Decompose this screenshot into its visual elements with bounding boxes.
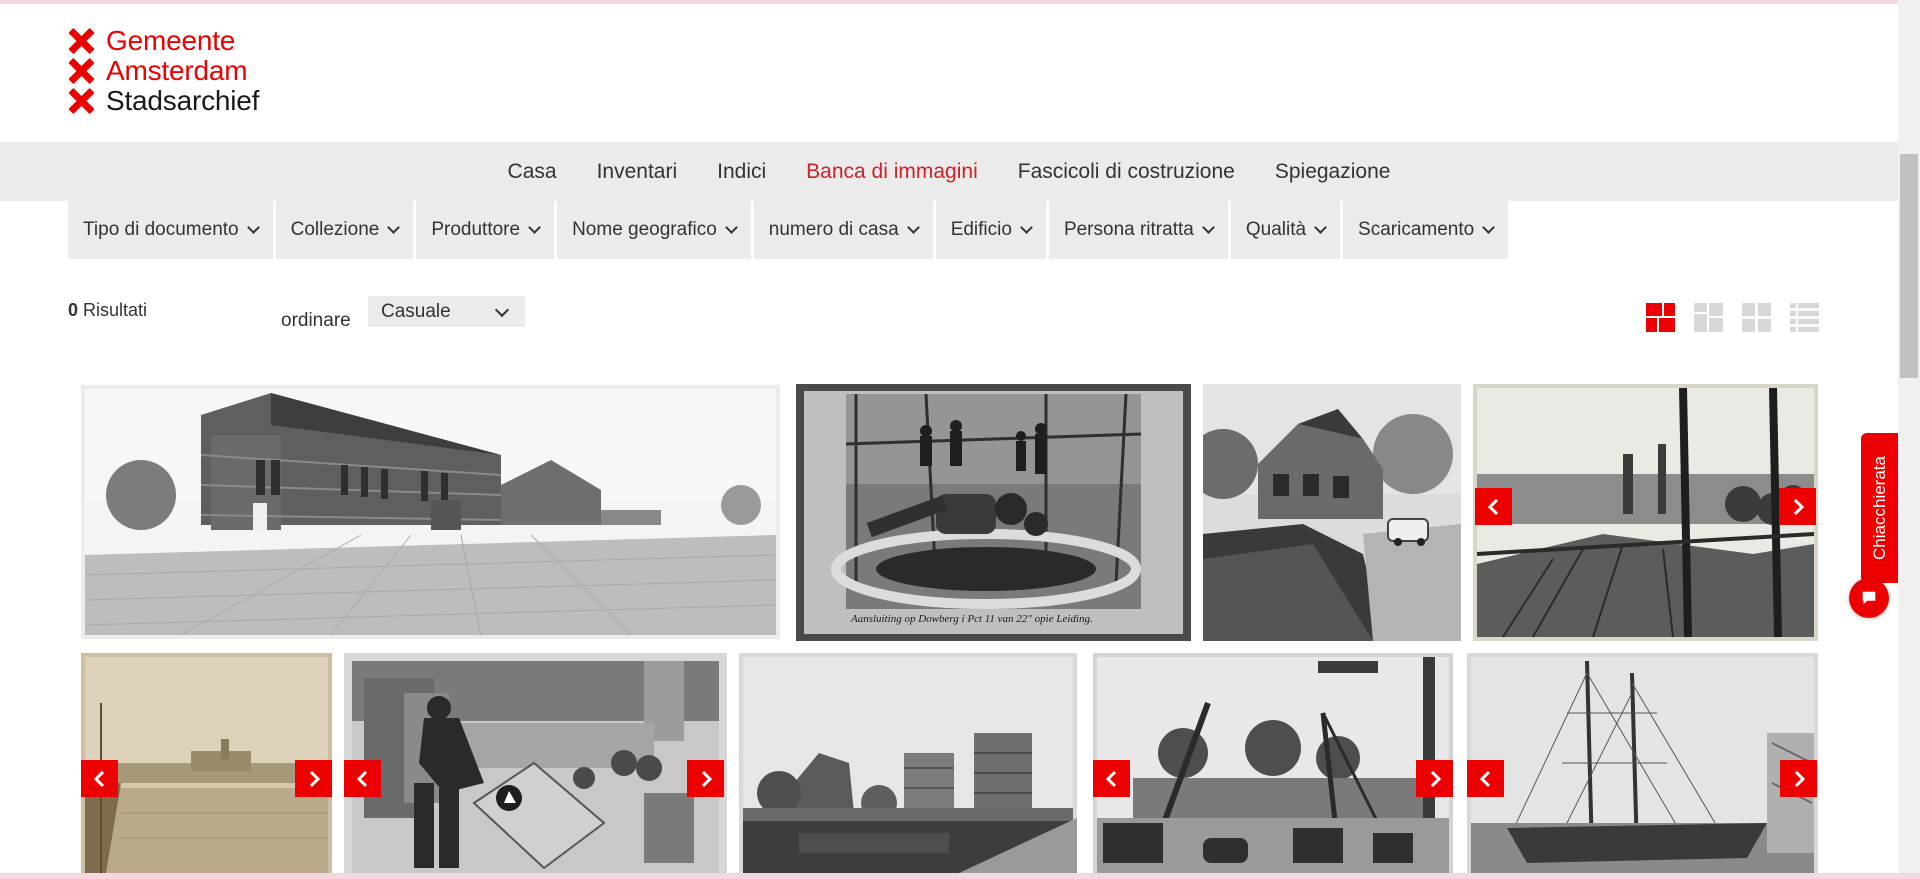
- chevron-down-icon: [1482, 221, 1496, 234]
- nav-item-banca-di-immagini[interactable]: Banca di immagini: [786, 142, 998, 201]
- photo-worker-machines[interactable]: [344, 653, 727, 873]
- photo-sailing-ship-harbor[interactable]: [1467, 653, 1818, 873]
- carousel-prev-button[interactable]: [1475, 488, 1512, 525]
- filter-bar: Tipo di documento Collezione Produttore …: [68, 201, 1509, 259]
- filter-edificio[interactable]: Edificio: [935, 201, 1046, 259]
- x-cross-icon: [68, 28, 94, 54]
- view-toggles: [1646, 303, 1819, 332]
- nav-item-spiegazione[interactable]: Spiegazione: [1255, 142, 1411, 201]
- chat-label: Chiacchierata: [1870, 456, 1890, 560]
- results-count: 0 Risultati: [68, 300, 147, 321]
- photo-gasholders-pond[interactable]: [739, 653, 1077, 873]
- chevron-left-icon: [356, 770, 367, 787]
- filter-nome-geografico[interactable]: Nome geografico: [557, 201, 751, 259]
- filter-qualita[interactable]: Qualità: [1230, 201, 1341, 259]
- filter-label: Nome geografico: [572, 219, 717, 240]
- sort-select[interactable]: Casuale: [368, 296, 525, 327]
- results-number: 0: [68, 300, 79, 320]
- photo-workers-pipe-construction[interactable]: Aansluiting op Dowberg i Pct 11 van 22" …: [796, 384, 1191, 641]
- logo-line-2: Amsterdam: [68, 56, 259, 86]
- chevron-right-icon: [1794, 770, 1805, 787]
- chevron-left-icon: [1479, 770, 1490, 787]
- chevron-left-icon: [1487, 498, 1498, 515]
- chevron-down-icon: [906, 221, 920, 234]
- nav-item-inventari[interactable]: Inventari: [577, 142, 698, 201]
- carousel-next-button[interactable]: [295, 760, 332, 797]
- page-scrollbar-track: [1898, 0, 1920, 879]
- chevron-down-icon: [724, 221, 738, 234]
- filter-scaricamento[interactable]: Scaricamento: [1343, 201, 1509, 259]
- filter-collezione[interactable]: Collezione: [275, 201, 414, 259]
- sort-value: Casuale: [381, 300, 451, 322]
- x-cross-icon: [68, 88, 94, 114]
- filter-label: Scaricamento: [1358, 219, 1475, 240]
- main-nav: Casa Inventari Indici Banca di immagini …: [0, 142, 1898, 201]
- carousel-next-button[interactable]: [1779, 488, 1816, 525]
- carousel-prev-button[interactable]: [1093, 760, 1130, 797]
- carousel-prev-button[interactable]: [344, 760, 381, 797]
- page-scrollbar-thumb[interactable]: [1900, 154, 1918, 378]
- filter-produttore[interactable]: Produttore: [416, 201, 555, 259]
- filter-label: Collezione: [290, 219, 380, 240]
- filter-label: Edificio: [950, 219, 1012, 240]
- mosaic-view-icon[interactable]: [1646, 303, 1675, 332]
- chevron-down-icon: [528, 221, 541, 234]
- carousel-next-button[interactable]: [1416, 760, 1453, 797]
- filter-label: Produttore: [431, 219, 521, 240]
- carousel-next-button[interactable]: [687, 760, 724, 797]
- logo-text-amsterdam: Amsterdam: [106, 55, 248, 86]
- sort-label: ordinare: [281, 310, 351, 331]
- logo-line-1: Gemeente: [68, 26, 259, 56]
- chevron-down-icon: [387, 221, 401, 234]
- photo-caption: Aansluiting op Dowberg i Pct 11 van 22" …: [850, 613, 1093, 625]
- nav-item-casa[interactable]: Casa: [488, 142, 577, 201]
- photo-rooftops-city-view[interactable]: [1473, 384, 1818, 641]
- list-view-icon[interactable]: [1790, 303, 1819, 332]
- chevron-right-icon: [1430, 770, 1441, 787]
- filter-label: Qualità: [1245, 219, 1307, 240]
- photo-brick-building-square[interactable]: [81, 385, 780, 639]
- logo-line-3: Stadsarchief: [68, 86, 259, 116]
- photo-villa-with-car[interactable]: [1203, 384, 1461, 641]
- logo[interactable]: Gemeente Amsterdam Stadsarchief: [68, 26, 259, 116]
- carousel-next-button[interactable]: [1780, 760, 1817, 797]
- chat-bubble-icon[interactable]: [1849, 578, 1889, 618]
- chevron-down-icon: [246, 221, 260, 234]
- photo-street-cranes[interactable]: [1093, 653, 1453, 873]
- photo-canal-sepia[interactable]: [81, 653, 332, 873]
- filter-label: Persona ritratta: [1063, 219, 1194, 240]
- x-cross-icon: [68, 58, 94, 84]
- chevron-down-icon: [1201, 221, 1215, 234]
- nav-item-indici[interactable]: Indici: [697, 142, 786, 201]
- logo-text-gemeente: Gemeente: [106, 25, 236, 56]
- logo-text-stadsarchief: Stadsarchief: [106, 85, 260, 116]
- large-grid-view-icon[interactable]: [1694, 303, 1723, 332]
- results-label: Risultati: [83, 300, 148, 320]
- chat-tab[interactable]: Chiacchierata: [1861, 433, 1899, 583]
- carousel-prev-button[interactable]: [81, 760, 118, 797]
- chevron-down-icon: [1020, 221, 1033, 234]
- speech-bubble-icon: [1862, 591, 1876, 605]
- chevron-right-icon: [1793, 498, 1804, 515]
- filter-label: numero di casa: [768, 219, 899, 240]
- carousel-prev-button[interactable]: [1467, 760, 1504, 797]
- bottom-accent-strip: [0, 873, 1920, 879]
- chevron-down-icon: [494, 302, 510, 318]
- chevron-left-icon: [1105, 770, 1116, 787]
- chevron-left-icon: [93, 770, 104, 787]
- chevron-right-icon: [701, 770, 712, 787]
- grid-view-icon[interactable]: [1742, 303, 1771, 332]
- filter-numero-di-casa[interactable]: numero di casa: [753, 201, 933, 259]
- filter-persona-ritratta[interactable]: Persona ritratta: [1048, 201, 1228, 259]
- chevron-down-icon: [1314, 221, 1327, 234]
- nav-item-fascicoli-di-costruzione[interactable]: Fascicoli di costruzione: [998, 142, 1255, 201]
- filter-label: Tipo di documento: [83, 219, 239, 240]
- top-accent-strip: [0, 0, 1920, 4]
- filter-tipo-di-documento[interactable]: Tipo di documento: [68, 201, 273, 259]
- chevron-right-icon: [309, 770, 320, 787]
